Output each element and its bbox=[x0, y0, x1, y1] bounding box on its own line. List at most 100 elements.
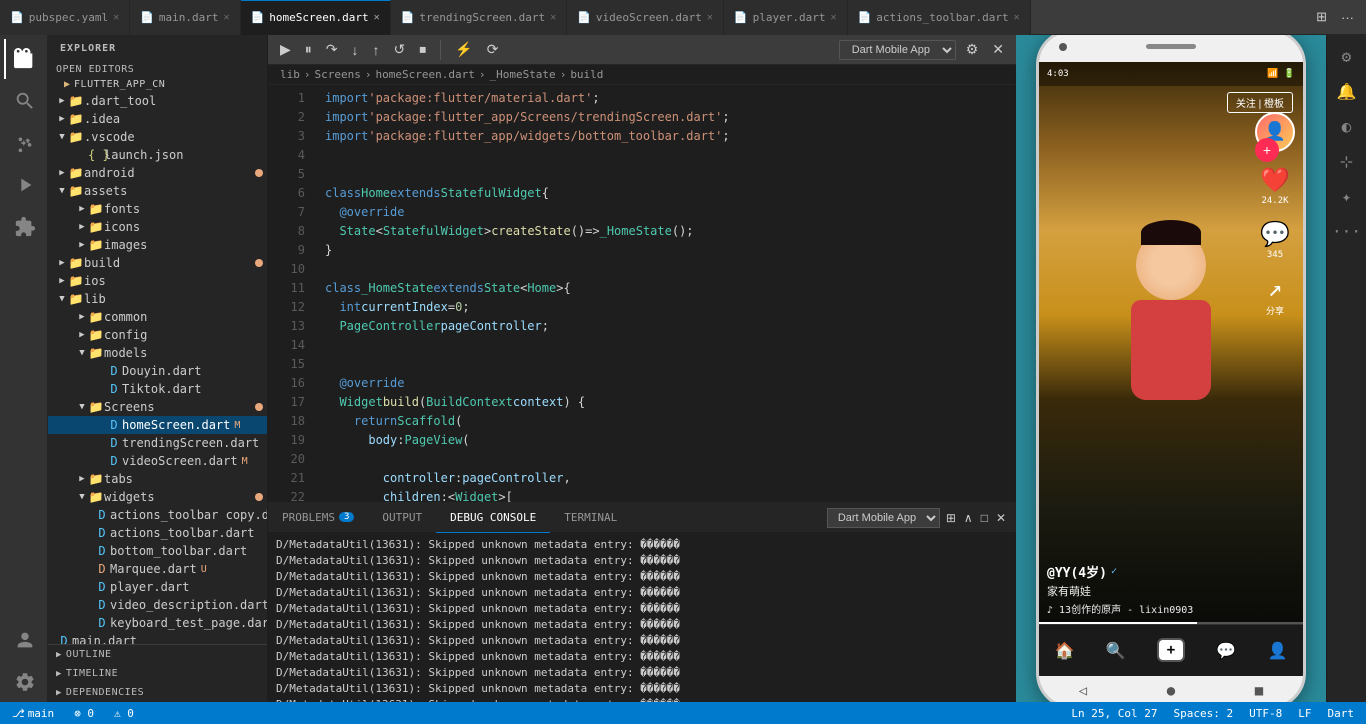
status-line-ending[interactable]: LF bbox=[1294, 707, 1315, 720]
comment-button[interactable]: 💬 345 bbox=[1260, 220, 1290, 260]
activity-explorer[interactable] bbox=[4, 39, 44, 79]
panel-minimize-button[interactable]: ∧ bbox=[962, 509, 975, 527]
sidebar-item-bottom-toolbar[interactable]: D bottom_toolbar.dart bbox=[48, 542, 267, 560]
activity-settings[interactable] bbox=[4, 662, 44, 702]
panel-tab-terminal[interactable]: TERMINAL bbox=[550, 503, 631, 533]
code-content[interactable]: import 'package:flutter/material.dart'; … bbox=[313, 85, 1016, 502]
continue-button[interactable]: ▶ bbox=[276, 39, 295, 60]
panel-maximize-button[interactable]: □ bbox=[979, 509, 990, 527]
sidebar-item-douyin[interactable]: D Douyin.dart bbox=[48, 362, 267, 380]
hot-reload-button[interactable]: ⚡ bbox=[451, 39, 476, 60]
close-icon[interactable]: ✕ bbox=[830, 12, 836, 23]
status-encoding[interactable]: UTF-8 bbox=[1245, 707, 1286, 720]
sidebar-item-widgets[interactable]: ▼ 📁 widgets bbox=[48, 488, 267, 506]
sidebar-item-trendingscreen[interactable]: D trendingScreen.dart bbox=[48, 434, 267, 452]
sidebar-item-common[interactable]: ▶ 📁 common bbox=[48, 308, 267, 326]
right-panel-icon-4[interactable]: ⊹ bbox=[1336, 148, 1357, 175]
sidebar-item-models[interactable]: ▼ 📁 models bbox=[48, 344, 267, 362]
panel-tab-debug-console[interactable]: DEBUG CONSOLE bbox=[436, 503, 550, 533]
split-editor-button[interactable]: ⊞ bbox=[1312, 7, 1331, 27]
sidebar-item-dart-tool[interactable]: ▶ 📁 .dart_tool bbox=[48, 92, 267, 110]
status-branch[interactable]: ⎇ main bbox=[8, 707, 58, 720]
phone-nav-search[interactable]: 🔍 bbox=[1106, 641, 1126, 660]
sidebar-item-build[interactable]: ▶ 📁 build bbox=[48, 254, 267, 272]
status-spaces[interactable]: Spaces: 2 bbox=[1170, 707, 1238, 720]
tab-pubspec-yaml[interactable]: 📄 pubspec.yaml ✕ bbox=[0, 0, 130, 35]
sidebar-item-outline[interactable]: ▶ OUTLINE bbox=[48, 645, 267, 664]
activity-source-control[interactable] bbox=[4, 123, 44, 163]
sidebar-item-tabs[interactable]: ▶ 📁 tabs bbox=[48, 470, 267, 488]
project-root-item[interactable]: ▶ FLUTTER_APP_CN bbox=[48, 77, 267, 92]
step-out-button[interactable]: ↑ bbox=[369, 40, 384, 60]
sidebar-item-marquee[interactable]: D Marquee.dart U bbox=[48, 560, 267, 578]
status-language[interactable]: Dart bbox=[1324, 707, 1359, 720]
sidebar-item-tiktok[interactable]: D Tiktok.dart bbox=[48, 380, 267, 398]
breadcrumb-screens[interactable]: Screens bbox=[315, 68, 361, 81]
status-errors[interactable]: ⊗ 0 bbox=[70, 707, 98, 720]
debug-selector[interactable]: Dart Mobile App bbox=[839, 40, 956, 60]
sidebar-item-ios[interactable]: ▶ 📁 ios bbox=[48, 272, 267, 290]
sidebar-item-timeline[interactable]: ▶ TIMELINE bbox=[48, 664, 267, 683]
sidebar-item-config[interactable]: ▶ 📁 config bbox=[48, 326, 267, 344]
right-panel-icon-3[interactable]: ◐ bbox=[1338, 113, 1356, 140]
panel-tab-problems[interactable]: PROBLEMS 3 bbox=[268, 503, 368, 533]
panel-tab-output[interactable]: OUTPUT bbox=[368, 503, 436, 533]
video-progress[interactable] bbox=[1039, 622, 1303, 624]
close-icon[interactable]: ✕ bbox=[224, 12, 230, 23]
activity-search[interactable] bbox=[4, 81, 44, 121]
sidebar-item-keyboard-test[interactable]: D keyboard_test_page.dart bbox=[48, 614, 267, 632]
restart-button[interactable]: ↺ bbox=[390, 39, 410, 60]
phone-nav-home[interactable]: 🏠 bbox=[1055, 641, 1075, 660]
tab-videoscreen-dart[interactable]: 📄 videoScreen.dart ✕ bbox=[567, 0, 724, 35]
right-panel-icon-1[interactable]: ⚙ bbox=[1338, 43, 1356, 70]
sidebar-item-vscode[interactable]: ▼ 📁 .vscode bbox=[48, 128, 267, 146]
panel-close-button[interactable]: ✕ bbox=[994, 509, 1008, 527]
right-panel-icon-5[interactable]: ✦ bbox=[1338, 183, 1356, 210]
step-over-button[interactable]: ↷ bbox=[322, 39, 342, 60]
sidebar-item-screens[interactable]: ▼ 📁 Screens bbox=[48, 398, 267, 416]
close-icon[interactable]: ✕ bbox=[707, 12, 713, 23]
sidebar-item-dependencies[interactable]: ▶ DEPENDENCIES bbox=[48, 683, 267, 702]
activity-run[interactable] bbox=[4, 165, 44, 205]
status-warnings[interactable]: ⚠ 0 bbox=[110, 707, 138, 720]
debug-config-button[interactable]: ⚙ bbox=[962, 39, 983, 60]
breadcrumb-homestate[interactable]: _HomeState bbox=[489, 68, 555, 81]
sidebar-item-video-description[interactable]: D video_description.dart M bbox=[48, 596, 267, 614]
sidebar-item-idea[interactable]: ▶ 📁 .idea bbox=[48, 110, 267, 128]
phone-nav-add[interactable]: + bbox=[1157, 638, 1185, 662]
like-button[interactable]: ❤️ 24.2K bbox=[1260, 166, 1290, 206]
sidebar-item-actions-toolbar[interactable]: D actions_toolbar.dart bbox=[48, 524, 267, 542]
more-actions-button[interactable]: ··· bbox=[1337, 8, 1358, 27]
sidebar-item-fonts[interactable]: ▶ 📁 fonts bbox=[48, 200, 267, 218]
close-icon[interactable]: ✕ bbox=[550, 12, 556, 23]
close-icon[interactable]: ✕ bbox=[374, 12, 380, 23]
sidebar-item-videoscreen[interactable]: D videoScreen.dart M bbox=[48, 452, 267, 470]
panel-split-button[interactable]: ⊞ bbox=[944, 509, 958, 527]
breadcrumb-file[interactable]: homeScreen.dart bbox=[375, 68, 474, 81]
tab-trendingscreen-dart[interactable]: 📄 trendingScreen.dart ✕ bbox=[391, 0, 568, 35]
status-line-col[interactable]: Ln 25, Col 27 bbox=[1067, 707, 1161, 720]
phone-follow-button[interactable]: 关注 | 橙板 bbox=[1227, 92, 1293, 113]
tab-actions-toolbar-dart[interactable]: 📄 actions_toolbar.dart ✕ bbox=[848, 0, 1031, 35]
phone-nav-profile[interactable]: 👤 bbox=[1267, 641, 1287, 660]
right-panel-icon-2[interactable]: 🔔 bbox=[1333, 78, 1361, 105]
step-into-button[interactable]: ↓ bbox=[348, 40, 363, 60]
sidebar-item-android[interactable]: ▶ 📁 android bbox=[48, 164, 267, 182]
right-panel-icon-6[interactable]: ··· bbox=[1328, 218, 1365, 245]
hot-restart-button[interactable]: ⟳ bbox=[483, 39, 503, 60]
close-icon[interactable]: ✕ bbox=[113, 12, 119, 23]
phone-nav-inbox[interactable]: 💬 bbox=[1216, 641, 1236, 660]
phone-home-button[interactable]: ● bbox=[1167, 683, 1175, 699]
phone-recents-button[interactable]: ■ bbox=[1255, 683, 1263, 699]
breadcrumb-lib[interactable]: lib bbox=[280, 68, 300, 81]
pause-button[interactable]: ⏸ bbox=[301, 39, 316, 60]
sidebar-item-actions-toolbar-copy[interactable]: D actions_toolbar copy.dart bbox=[48, 506, 267, 524]
sidebar-item-main-dart[interactable]: D main.dart bbox=[48, 632, 267, 644]
tab-main-dart[interactable]: 📄 main.dart ✕ bbox=[130, 0, 240, 35]
terminal-selector[interactable]: Dart Mobile App bbox=[827, 508, 940, 528]
sidebar-item-icons[interactable]: ▶ 📁 icons bbox=[48, 218, 267, 236]
activity-extensions[interactable] bbox=[4, 207, 44, 247]
sidebar-item-lib[interactable]: ▼ 📁 lib bbox=[48, 290, 267, 308]
tab-player-dart[interactable]: 📄 player.dart ✕ bbox=[724, 0, 848, 35]
sidebar-item-images[interactable]: ▶ 📁 images bbox=[48, 236, 267, 254]
